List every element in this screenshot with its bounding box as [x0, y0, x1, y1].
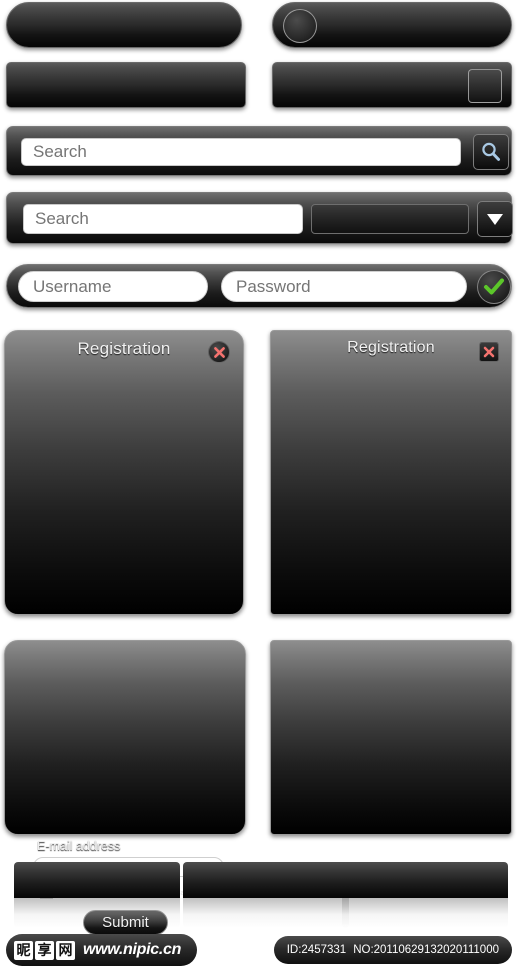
bottom-tab-1[interactable]	[14, 862, 180, 898]
close-icon	[483, 346, 495, 358]
ui-kit-sheet: Registration Username Password Retype Pa…	[0, 0, 518, 971]
rect-button-with-square[interactable]	[272, 62, 512, 108]
close-button[interactable]	[208, 341, 230, 363]
login-submit-button[interactable]	[477, 270, 511, 304]
search-input-secondary[interactable]	[23, 204, 303, 234]
search-button[interactable]	[473, 134, 509, 170]
bottom-tab-1-reflection	[14, 898, 180, 928]
search-bar-secondary	[6, 192, 513, 244]
bottom-tab-3[interactable]	[342, 862, 508, 898]
circle-outline-icon	[283, 9, 317, 43]
registration-panel-square: Registration Username Password Retype Pa…	[270, 330, 512, 615]
bottom-tab-3-reflection	[342, 898, 508, 928]
watermark-logo: 昵 享 网 www.nipic.cn	[6, 934, 198, 966]
square-outline-icon	[468, 69, 502, 103]
watermark-char-1: 昵	[14, 940, 33, 960]
chevron-down-icon	[487, 214, 503, 225]
watermark-logo-chars: 昵 享 网	[14, 940, 75, 960]
search-input[interactable]	[21, 138, 461, 166]
password-input[interactable]	[221, 271, 467, 302]
pill-button-with-circle[interactable]	[272, 2, 512, 48]
registration-panel-rounded: Registration Username Password Retype Pa…	[4, 330, 244, 935]
watermark-char-2: 享	[35, 940, 54, 960]
search-icon	[482, 142, 500, 161]
check-icon	[484, 278, 504, 295]
blank-panel-square	[270, 640, 512, 835]
blank-panel-rounded	[4, 640, 246, 835]
bottom-tab-2-reflection	[183, 898, 349, 928]
watermark-url: www.nipic.cn	[83, 941, 182, 958]
category-select[interactable]	[311, 204, 469, 234]
search-bar-primary	[6, 126, 512, 176]
watermark-char-3: 网	[56, 940, 75, 960]
username-input[interactable]	[18, 271, 208, 302]
login-bar	[6, 264, 512, 308]
watermark-id: ID:2457331	[286, 944, 347, 956]
bottom-tab-2[interactable]	[183, 862, 349, 898]
page-title-square: Registration	[347, 339, 435, 356]
dropdown-button[interactable]	[477, 201, 513, 237]
close-button-square[interactable]	[479, 342, 499, 362]
plain-rect-button[interactable]	[6, 62, 246, 108]
watermark-meta: ID:2457331 NO:20110629132020111000	[273, 936, 512, 964]
close-icon	[213, 346, 225, 358]
field-label-email: E-mail address	[37, 839, 121, 853]
watermark-no: NO:20110629132020111000	[353, 944, 499, 956]
plain-pill-button[interactable]	[6, 2, 242, 48]
